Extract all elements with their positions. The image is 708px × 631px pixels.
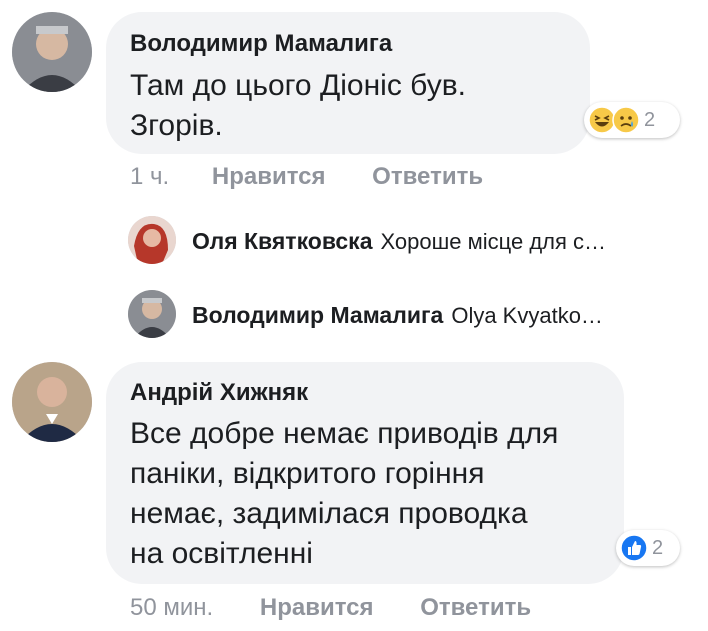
reactions-summary[interactable]: 2 <box>584 102 680 138</box>
comment-author[interactable]: Андрій Хижняк <box>130 379 308 407</box>
reply-item[interactable]: Володимир Мамалига Olya Kvyatko… <box>192 302 682 329</box>
reply-button[interactable]: Ответить <box>420 594 531 621</box>
sad-icon <box>612 106 640 134</box>
reply-author[interactable]: Оля Квятковска <box>192 228 373 254</box>
timestamp[interactable]: 1 ч. <box>130 163 169 190</box>
like-button[interactable]: Нравится <box>212 163 326 190</box>
like-button[interactable]: Нравится <box>260 594 374 621</box>
reaction-count: 2 <box>644 108 656 131</box>
reply-text: Хороше місце для с… <box>380 229 607 254</box>
reactions-summary[interactable]: 2 <box>616 530 680 566</box>
reply-author[interactable]: Володимир Мамалига <box>192 302 443 328</box>
comment-meta: 50 мин. Нравится Ответить <box>130 594 531 622</box>
like-icon <box>620 534 648 562</box>
reaction-count: 2 <box>652 536 664 559</box>
avatar[interactable] <box>128 216 176 264</box>
avatar[interactable] <box>12 362 92 442</box>
comment-meta: 1 ч. Нравится Ответить <box>130 163 483 191</box>
avatar[interactable] <box>12 12 92 92</box>
reply-item[interactable]: Оля Квятковска Хороше місце для с… <box>192 228 682 255</box>
comment-text: Там до цього Діоніс був. Згорів. <box>130 69 466 142</box>
reply-text: Olya Kvyatko… <box>451 303 603 328</box>
comment-author[interactable]: Володимир Мамалига <box>130 30 392 58</box>
avatar[interactable] <box>128 290 176 338</box>
reply-button[interactable]: Ответить <box>372 163 483 190</box>
timestamp[interactable]: 50 мин. <box>130 594 213 621</box>
comment-text: Все добре немає приводів для паніки, від… <box>130 417 559 570</box>
